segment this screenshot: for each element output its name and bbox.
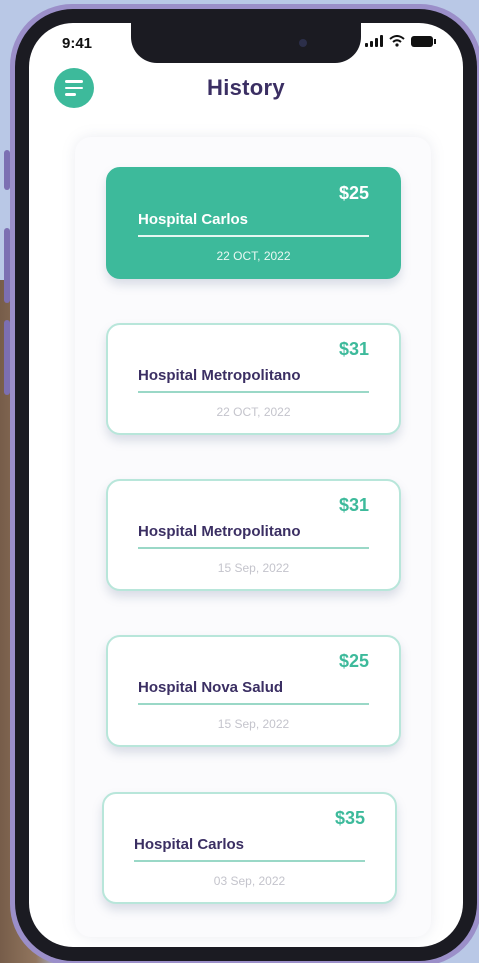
history-card[interactable]: $31 Hospital Metropolitano 15 Sep, 2022 <box>106 479 401 591</box>
history-hospital: Hospital Carlos <box>138 211 249 228</box>
history-date: 15 Sep, 2022 <box>217 717 290 731</box>
history-hospital: Hospital Metropolitano <box>138 367 301 384</box>
phone-bezel: 9:41 History $25 Hospital Carlos 22 OCT,… <box>15 9 477 961</box>
history-card[interactable]: $31 Hospital Metropolitano 22 OCT, 2022 <box>106 323 401 435</box>
history-date: 22 OCT, 2022 <box>216 249 291 263</box>
card-divider <box>138 547 369 549</box>
card-divider <box>134 860 365 862</box>
history-card[interactable]: $35 Hospital Carlos 03 Sep, 2022 <box>102 792 397 904</box>
phone-frame: 9:41 History $25 Hospital Carlos 22 OCT,… <box>10 4 479 963</box>
history-amount: $31 <box>338 339 369 359</box>
page-title: History <box>207 75 285 100</box>
side-button <box>4 320 10 395</box>
history-card[interactable]: $25 Hospital Carlos 22 OCT, 2022 <box>106 167 401 279</box>
camera-icon <box>299 39 307 47</box>
history-hospital: Hospital Metropolitano <box>138 523 301 540</box>
card-divider <box>138 391 369 393</box>
card-divider <box>138 703 369 705</box>
status-time: 9:41 <box>62 35 93 52</box>
history-date: 15 Sep, 2022 <box>217 561 290 575</box>
history-date: 22 OCT, 2022 <box>216 405 291 419</box>
history-amount: $35 <box>334 808 365 828</box>
history-list: $25 Hospital Carlos 22 OCT, 2022 $31 Hos… <box>75 137 431 937</box>
side-button <box>4 228 10 303</box>
notch <box>131 23 361 63</box>
card-divider <box>138 235 369 237</box>
phone-screen: 9:41 History $25 Hospital Carlos 22 OCT,… <box>29 23 463 947</box>
history-hospital: Hospital Nova Salud <box>138 679 284 696</box>
history-amount: $25 <box>338 183 369 203</box>
side-button <box>4 150 10 190</box>
wifi-icon <box>389 35 405 47</box>
battery-icon <box>411 35 436 47</box>
history-amount: $25 <box>338 651 369 671</box>
history-date: 03 Sep, 2022 <box>213 874 286 888</box>
signal-icon <box>365 35 383 47</box>
history-card[interactable]: $25 Hospital Nova Salud 15 Sep, 2022 <box>106 635 401 747</box>
status-icons <box>365 35 436 47</box>
history-amount: $31 <box>338 495 369 515</box>
history-hospital: Hospital Carlos <box>134 836 245 853</box>
